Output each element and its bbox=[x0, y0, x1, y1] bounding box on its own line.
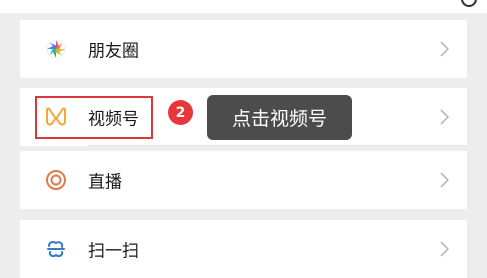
chevron-right-icon bbox=[440, 172, 449, 188]
step-badge: 2 bbox=[168, 100, 193, 125]
menu-item-label: 扫一扫 bbox=[88, 241, 139, 262]
moments-aperture-icon bbox=[44, 37, 68, 61]
clipped-circle-icon bbox=[461, 0, 477, 7]
chevron-right-icon bbox=[440, 41, 449, 57]
menu-item-label: 朋友圈 bbox=[88, 41, 139, 62]
row-divider bbox=[88, 145, 467, 146]
scan-icon bbox=[44, 237, 68, 261]
menu-item-live[interactable]: 直播 bbox=[20, 151, 467, 209]
menu-item-scan[interactable]: 扫一扫 bbox=[20, 220, 467, 278]
instruction-tooltip: 点击视频号 bbox=[207, 95, 352, 140]
chevron-right-icon bbox=[440, 241, 449, 257]
highlight-box bbox=[35, 96, 153, 139]
menu-item-label: 直播 bbox=[88, 172, 122, 193]
chevron-right-icon bbox=[440, 109, 449, 125]
menu-item-moments[interactable]: 朋友圈 bbox=[20, 20, 467, 78]
top-section-partial bbox=[0, 0, 487, 13]
live-icon bbox=[44, 168, 68, 192]
